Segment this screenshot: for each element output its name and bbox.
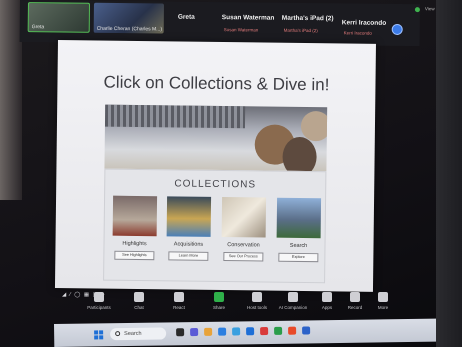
host-tools-button[interactable]: Host tools bbox=[240, 292, 274, 310]
control-label: AI Companion bbox=[278, 305, 308, 310]
participant-caption: Greta bbox=[31, 24, 45, 31]
acquisitions-photo bbox=[166, 196, 212, 237]
chat-button[interactable]: Chat bbox=[122, 292, 156, 310]
participant-status: Susan Waterman bbox=[223, 27, 259, 33]
taskbar-app-icon[interactable] bbox=[246, 327, 255, 336]
taskbar-app-icon[interactable] bbox=[274, 326, 283, 335]
participants-button[interactable]: Participants bbox=[82, 292, 116, 310]
slide-title: Click on Collections & Dive in! bbox=[103, 72, 330, 95]
participant-name: Greta bbox=[177, 13, 195, 21]
apps-icon bbox=[322, 292, 332, 302]
record-icon bbox=[350, 292, 360, 302]
control-label: Participants bbox=[87, 305, 111, 310]
participant-status: Martha's iPad (2) bbox=[283, 27, 318, 34]
control-label: More bbox=[377, 305, 389, 310]
card-label: Acquisitions bbox=[173, 241, 204, 248]
participant-caption: Charlie Cheran (Charles M...) bbox=[96, 25, 163, 33]
card-label: Conservation bbox=[227, 242, 260, 249]
participant-strip: Greta Charlie Cheran (Charles M...) Gret… bbox=[19, 0, 435, 47]
participant-name: Susan Waterman bbox=[221, 14, 275, 22]
photo-of-screen: Greta Charlie Cheran (Charles M...) Gret… bbox=[0, 0, 462, 347]
card-label: Search bbox=[289, 242, 308, 250]
conservation-photo bbox=[221, 197, 267, 238]
taskbar-app-icon[interactable] bbox=[176, 328, 185, 337]
shield-icon bbox=[252, 292, 262, 302]
share-icon bbox=[214, 292, 224, 302]
control-label: Host tools bbox=[246, 305, 267, 310]
collection-card-conservation[interactable]: Conservation See Our Process bbox=[221, 197, 267, 272]
taskbar-app-icon[interactable] bbox=[260, 327, 269, 336]
avatar[interactable] bbox=[391, 23, 403, 36]
learn-more-button[interactable]: Learn More bbox=[168, 251, 209, 261]
taskbar-search[interactable]: Search bbox=[110, 327, 167, 341]
taskbar-app-icon[interactable] bbox=[218, 327, 227, 336]
participant-video-charlie[interactable]: Charlie Cheran (Charles M...) bbox=[93, 2, 164, 34]
card-label: Highlights bbox=[122, 240, 147, 248]
control-label: Share bbox=[212, 305, 225, 310]
share-button[interactable]: Share bbox=[202, 292, 236, 310]
participant-name: Martha's iPad (2) bbox=[281, 14, 334, 23]
taskbar-app-icon[interactable] bbox=[190, 327, 199, 337]
collection-card-highlights[interactable]: Highlights See Highlights bbox=[112, 195, 158, 271]
collections-heading: COLLECTIONS bbox=[174, 178, 257, 191]
hero-photo bbox=[104, 104, 328, 172]
windows-taskbar: Search bbox=[54, 318, 462, 347]
participant-video-greta[interactable]: Greta bbox=[27, 2, 90, 33]
windows-start-icon[interactable] bbox=[94, 330, 104, 340]
participant-status: Kerri Iracondo bbox=[343, 30, 372, 36]
collection-card-acquisitions[interactable]: Acquisitions Learn More bbox=[166, 196, 212, 271]
highlights-photo bbox=[112, 195, 158, 237]
see-our-process-button[interactable]: See Our Process bbox=[223, 252, 264, 262]
participant-name: Kerri Iracondo bbox=[341, 19, 387, 27]
search-photo bbox=[276, 197, 322, 239]
see-highlights-button[interactable]: See Highlights bbox=[114, 250, 155, 261]
right-screen-edge bbox=[436, 0, 462, 347]
collections-panel: COLLECTIONS Highlights See Highlights Ac… bbox=[103, 168, 327, 284]
more-icon bbox=[378, 292, 388, 302]
search-icon bbox=[115, 331, 121, 337]
collection-card-search[interactable]: Search Explore bbox=[276, 197, 322, 273]
taskbar-app-icon[interactable] bbox=[204, 327, 213, 336]
control-label: Chat bbox=[134, 305, 144, 310]
react-button[interactable]: React bbox=[162, 292, 196, 310]
search-placeholder: Search bbox=[124, 330, 142, 338]
ai-companion-button[interactable]: AI Companion bbox=[276, 292, 310, 310]
taskbar-app-icon[interactable] bbox=[288, 326, 297, 335]
status-icon bbox=[414, 7, 420, 13]
taskbar-app-icon[interactable] bbox=[232, 327, 241, 336]
participants-icon bbox=[94, 292, 104, 302]
view-button[interactable]: View bbox=[425, 6, 435, 11]
shared-slide: Click on Collections & Dive in! COLLECTI… bbox=[54, 40, 376, 292]
explore-button[interactable]: Explore bbox=[278, 252, 319, 263]
more-button[interactable]: More bbox=[366, 292, 400, 310]
sparkle-icon bbox=[288, 292, 298, 302]
taskbar-app-icon[interactable] bbox=[302, 326, 311, 335]
chat-icon bbox=[134, 292, 144, 302]
meeting-controls: Participants Chat React Share Host tools… bbox=[64, 292, 452, 320]
react-icon bbox=[174, 292, 184, 302]
control-label: React bbox=[173, 305, 185, 310]
